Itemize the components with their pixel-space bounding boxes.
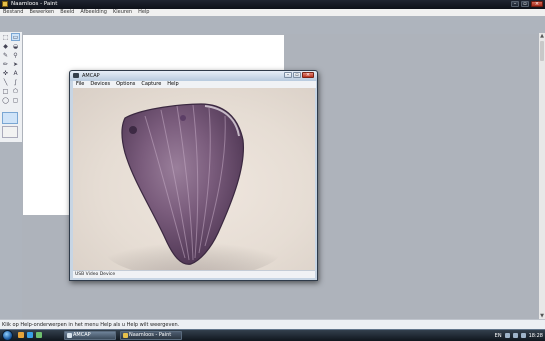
toolbox: ⬚ ▭ ◆ ◒ ✎ ⚲ ✏ ➤ ✜ A ╲ ∫ □ ⬠ ◯ ▢	[0, 32, 22, 142]
paint-app-icon	[2, 1, 8, 7]
menu-bestand[interactable]: Bestand	[3, 9, 23, 16]
paint-menubar: Bestand Bewerken Beeld Afbeelding Kleure…	[0, 9, 545, 16]
rounded-rect-tool-icon[interactable]: ▢	[11, 96, 20, 104]
camera-icon	[67, 333, 72, 338]
taskbar-button-paint[interactable]: Naamloos - Paint	[120, 331, 182, 340]
airbrush-tool-icon[interactable]: ✜	[1, 69, 10, 77]
menu-beeld[interactable]: Beeld	[60, 9, 74, 16]
tool-option-transparent[interactable]	[2, 112, 18, 124]
close-button[interactable]: ×	[531, 1, 543, 7]
pencil-tool-icon[interactable]: ✏	[1, 60, 10, 68]
amcap-menu-devices[interactable]: Devices	[90, 81, 110, 88]
paint-icon	[123, 333, 128, 338]
taskbar-label: AMCAP	[73, 332, 91, 338]
fill-tool-icon[interactable]: ◒	[11, 42, 20, 50]
menu-help[interactable]: Help	[138, 9, 149, 16]
amcap-close-button[interactable]: ×	[302, 72, 314, 78]
amcap-menu-capture[interactable]: Capture	[141, 81, 161, 88]
volume-icon[interactable]	[512, 333, 518, 338]
camera-icon	[73, 73, 79, 78]
clock[interactable]: 18:28	[529, 333, 543, 339]
text-tool-icon[interactable]: A	[11, 69, 20, 77]
amcap-menubar: File Devices Options Capture Help	[73, 81, 316, 88]
menu-afbeelding[interactable]: Afbeelding	[80, 9, 107, 16]
security-icon[interactable]	[520, 333, 526, 338]
maximize-button[interactable]: ▫	[521, 1, 529, 7]
amcap-minimize-button[interactable]: –	[284, 72, 292, 78]
taskbar-button-amcap[interactable]: AMCAP	[64, 331, 116, 340]
rect-select-tool-icon[interactable]: ▭	[11, 33, 20, 41]
scroll-up-icon[interactable]: ▲	[539, 33, 545, 39]
specimen-image	[103, 103, 283, 270]
quicklaunch-browser-icon[interactable]	[27, 332, 33, 338]
amcap-window[interactable]: AMCAP – ▫ × File Devices Options Capture…	[69, 70, 318, 281]
language-indicator[interactable]: EN	[495, 333, 502, 339]
amcap-status-text: USB Video Device	[75, 272, 116, 277]
eyedropper-tool-icon[interactable]: ✎	[1, 51, 10, 59]
minimize-button[interactable]: –	[511, 1, 519, 7]
curve-tool-icon[interactable]: ∫	[11, 78, 20, 86]
taskbar: AMCAP Naamloos - Paint EN 18:28	[0, 329, 545, 341]
eraser-tool-icon[interactable]: ◆	[1, 42, 10, 50]
taskbar-label: Naamloos - Paint	[129, 332, 172, 338]
polygon-tool-icon[interactable]: ⬠	[11, 87, 20, 95]
quicklaunch-folder-icon[interactable]	[18, 332, 24, 338]
paint-window-title: Naamloos - Paint	[11, 1, 58, 7]
amcap-title-bar[interactable]: AMCAP – ▫ ×	[70, 71, 317, 81]
start-button[interactable]	[2, 330, 13, 341]
system-tray: EN 18:28	[495, 331, 543, 340]
status-text: Klik op Help-onderwerpen in het menu Hel…	[2, 322, 180, 328]
amcap-menu-file[interactable]: File	[76, 81, 84, 88]
quicklaunch-media-icon[interactable]	[36, 332, 42, 338]
amcap-menu-options[interactable]: Options	[116, 81, 135, 88]
network-icon[interactable]	[504, 333, 510, 338]
amcap-maximize-button[interactable]: ▫	[293, 72, 301, 78]
video-preview	[73, 88, 315, 270]
amcap-window-title: AMCAP	[82, 73, 100, 79]
amcap-menu-help[interactable]: Help	[167, 81, 178, 88]
line-tool-icon[interactable]: ╲	[1, 78, 10, 86]
rectangle-tool-icon[interactable]: □	[1, 87, 10, 95]
paint-statusbar: Klik op Help-onderwerpen in het menu Hel…	[0, 319, 545, 329]
free-select-tool-icon[interactable]: ⬚	[1, 33, 10, 41]
magnifier-tool-icon[interactable]: ⚲	[11, 51, 20, 59]
tool-option-opaque[interactable]	[2, 126, 18, 138]
amcap-statusbar: USB Video Device	[73, 270, 315, 278]
paint-title-bar: Naamloos - Paint – ▫ ×	[0, 0, 545, 9]
brush-tool-icon[interactable]: ➤	[11, 60, 20, 68]
menu-bewerken[interactable]: Bewerken	[29, 9, 54, 16]
scroll-thumb[interactable]	[540, 41, 544, 61]
vertical-scrollbar[interactable]: ▲ ▼	[539, 33, 545, 319]
ellipse-tool-icon[interactable]: ◯	[1, 96, 10, 104]
menu-kleuren[interactable]: Kleuren	[113, 9, 132, 16]
